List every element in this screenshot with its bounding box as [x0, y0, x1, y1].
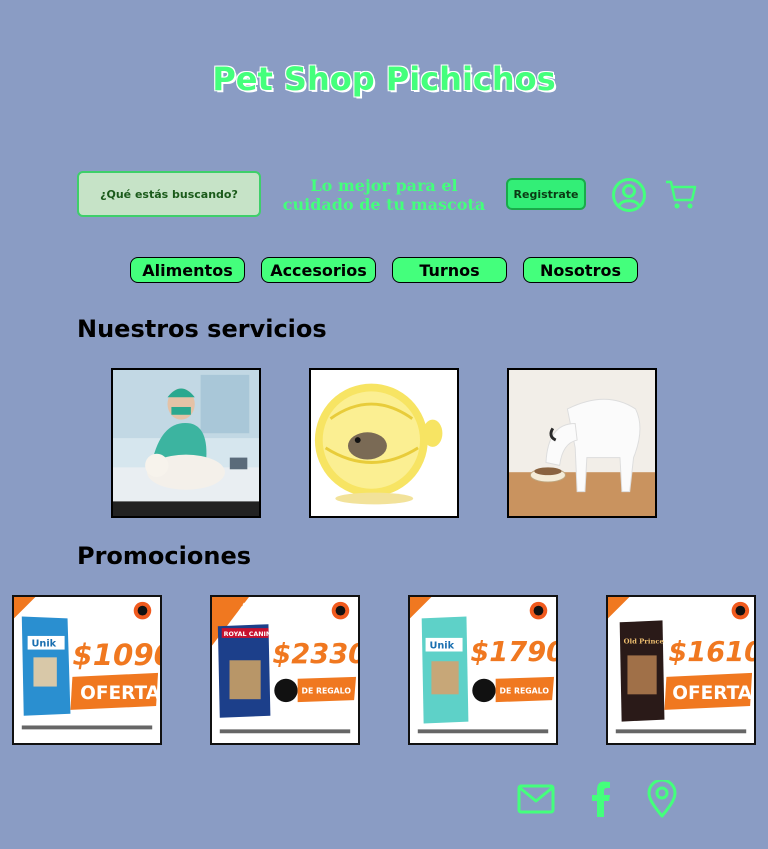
promo-image-1: Unik $1090.- OFERTA!: [14, 597, 160, 743]
promo-price-3: $1790.-: [470, 637, 556, 668]
location-icon[interactable]: [646, 780, 678, 818]
dog-eating-photo: [509, 370, 655, 516]
register-button[interactable]: Registrate: [506, 178, 586, 210]
promo-tag-4: OFERTA!: [672, 683, 754, 704]
nav-accesorios[interactable]: Accesorios: [261, 257, 376, 283]
nav-nosotros[interactable]: Nosotros: [523, 257, 638, 283]
promo-brand-2: ROYAL CANIN: [224, 631, 272, 638]
nav-alimentos[interactable]: Alimentos: [130, 257, 245, 283]
service-card-veterinary[interactable]: [111, 368, 261, 518]
service-card-hamster[interactable]: [309, 368, 459, 518]
main-nav: Alimentos Accesorios Turnos Nosotros: [0, 257, 768, 284]
promo-tag-2: DE REGALO: [302, 686, 352, 695]
promotions-heading: Promociones: [77, 542, 251, 570]
promo-card-4[interactable]: Old Prince $1610.- OFERTA!: [606, 595, 756, 745]
page-title: Pet Shop Pichichos: [212, 60, 556, 98]
promo-price-4: $1610.-: [668, 637, 754, 668]
services-heading: Nuestros servicios: [77, 315, 327, 343]
promo-tag-1: OFERTA!: [80, 683, 160, 704]
cart-icon[interactable]: [664, 179, 698, 211]
promo-price-1: $1090.-: [72, 638, 160, 672]
promo-image-2: OFERTA ROYAL CANIN $2330.- DE REGALO: [212, 597, 358, 743]
search-box[interactable]: ¿Qué estás buscando?: [77, 171, 261, 217]
tagline: Lo mejor para el cuidado de tu mascota: [282, 176, 486, 214]
hamster-ball-photo: [311, 370, 457, 516]
promo-image-4: Old Prince $1610.- OFERTA!: [608, 597, 754, 743]
nav-turnos[interactable]: Turnos: [392, 257, 507, 283]
promo-image-3: Unik $1790.- DE REGALO: [410, 597, 556, 743]
service-card-dog[interactable]: [507, 368, 657, 518]
user-icon[interactable]: [611, 177, 647, 213]
promo-brand-1: Unik: [32, 639, 57, 650]
promo-brand-3: Unik: [429, 641, 454, 652]
facebook-icon[interactable]: [590, 781, 612, 817]
veterinary-photo: [113, 370, 259, 516]
promo-card-2[interactable]: OFERTA ROYAL CANIN $2330.- DE REGALO: [210, 595, 360, 745]
promo-tag-3: DE REGALO: [500, 686, 550, 695]
promo-card-1[interactable]: Unik $1090.- OFERTA!: [12, 595, 162, 745]
mail-icon[interactable]: [517, 784, 555, 814]
promo-price-2: $2330.-: [272, 639, 358, 670]
promo-card-3[interactable]: Unik $1790.- DE REGALO: [408, 595, 558, 745]
promo-brand-4: Old Prince: [624, 638, 665, 646]
